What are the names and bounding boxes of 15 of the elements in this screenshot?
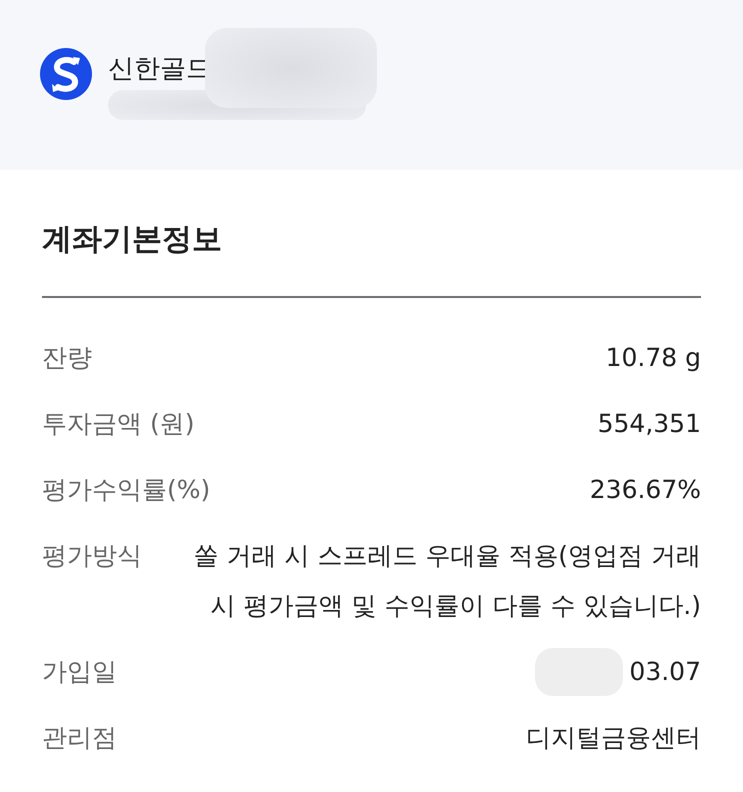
field-value: 쏠 거래 시 스프레드 우대율 적용(영업점 거래 시 평가금액 및 수익률이 다를 수 있습니다.) <box>192 540 701 622</box>
field-label: 평가방식 <box>42 540 142 572</box>
field-label: 투자금액 (원) <box>42 408 194 440</box>
field-value: 03.07 <box>629 656 701 688</box>
section-title: 계좌기본정보 <box>42 221 223 259</box>
field-label: 가입일 <box>42 656 117 688</box>
product-name: 신한골드 <box>108 53 212 86</box>
field-value: 554,351 <box>598 408 701 440</box>
bank-logo-icon <box>40 48 92 100</box>
field-value: 디지털금융센터 <box>526 722 701 754</box>
field-value: 10.78 g <box>606 342 701 374</box>
field-label: 잔량 <box>42 342 92 374</box>
field-label: 관리점 <box>42 722 117 754</box>
field-value: 236.67% <box>590 474 701 506</box>
field-label: 평가수익률(%) <box>42 474 210 506</box>
